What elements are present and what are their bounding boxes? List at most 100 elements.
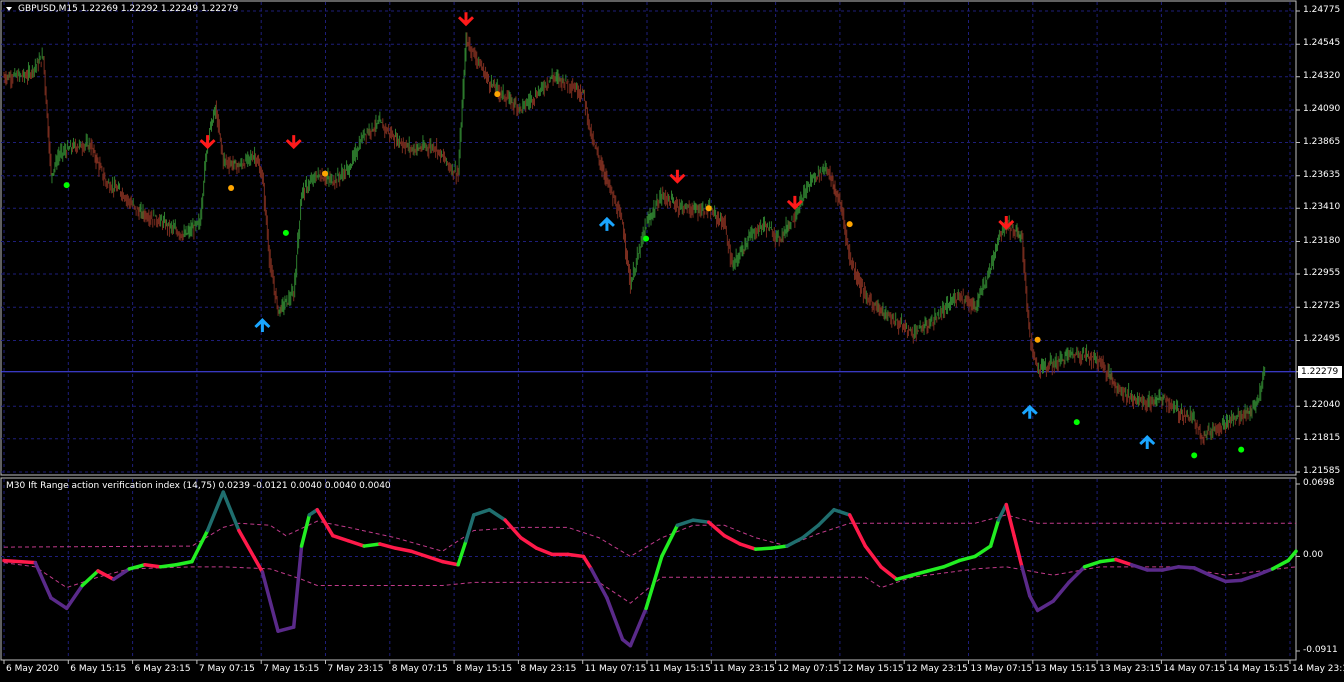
time-tick-label: 6 May 23:15	[134, 664, 191, 674]
oscillator-segment	[941, 558, 962, 569]
oscillator-segment	[1286, 549, 1298, 563]
sell-arrow-icon	[457, 12, 474, 27]
oscillator-segment	[769, 544, 789, 550]
time-tick-label: 13 May 23:15	[1099, 664, 1161, 674]
green-dot-marker	[1073, 419, 1080, 426]
indicator-header: M30 Ift Range action verification index …	[6, 481, 391, 491]
orange-dot-marker	[1034, 336, 1041, 343]
time-tick-label: 14 May 07:15	[1163, 664, 1226, 674]
oscillator-segment	[1012, 533, 1024, 569]
oscillator-segment	[1035, 599, 1056, 613]
oscillator-segment	[346, 539, 366, 548]
oscillator-segment	[260, 570, 280, 633]
time-tick-label: 7 May 15:15	[263, 664, 320, 674]
sell-arrow-icon	[285, 135, 302, 150]
green-dot-marker	[1191, 452, 1198, 459]
oscillator-segment	[1067, 565, 1087, 585]
oscillator-segment	[1176, 565, 1196, 570]
current-price-label: 1.22279	[1298, 366, 1342, 378]
oscillator-segment	[96, 569, 116, 582]
oscillator-segment	[111, 567, 132, 582]
oscillator-segment	[910, 569, 930, 577]
oscillator-segment	[143, 562, 163, 569]
time-tick-label: 12 May 07:15	[777, 664, 840, 674]
oscillator-segment	[1114, 557, 1134, 567]
indicator-pane-frame	[0, 477, 1297, 661]
oscillator-segment	[276, 625, 296, 633]
oscillator-segment	[1223, 578, 1243, 584]
time-tick-label: 7 May 07:15	[198, 664, 255, 674]
oscillator-segment	[487, 507, 507, 522]
oscillator-segment	[221, 490, 241, 533]
oscillator-segment	[659, 523, 680, 559]
buy-arrow-icon	[1139, 435, 1156, 450]
time-tick-label: 6 May 2020	[6, 664, 59, 674]
oscillator-segment	[691, 518, 711, 524]
oscillator-segment	[237, 528, 265, 574]
price-tick-label: 1.22040	[1303, 400, 1341, 411]
buy-arrow-icon	[1021, 404, 1038, 419]
oscillator-segment	[753, 546, 774, 551]
oscillator-segment	[378, 542, 398, 550]
price-tick-label: 1.23180	[1303, 235, 1341, 246]
oscillator-segment	[581, 554, 594, 571]
price-tick-label: 1.22725	[1303, 301, 1341, 312]
oscillator-segment	[722, 533, 742, 546]
oscillator-segment	[519, 536, 539, 550]
time-tick-label: 6 May 15:15	[70, 664, 127, 674]
green-dot-marker	[63, 182, 70, 189]
indicator-tick-label: -0.0911	[1303, 645, 1338, 655]
time-tick-label: 12 May 15:15	[841, 664, 904, 674]
oscillator-segment	[1239, 573, 1259, 583]
oscillator-segment	[49, 596, 69, 611]
time-tick-label: 11 May 07:15	[584, 664, 647, 674]
orange-dot-marker	[846, 221, 853, 228]
sell-arrow-icon	[199, 135, 216, 150]
price-tick-label: 1.21585	[1303, 466, 1341, 476]
price-tick-label: 1.24320	[1303, 70, 1341, 81]
time-tick-label: 13 May 07:15	[970, 664, 1033, 674]
oscillator-segment	[894, 573, 915, 582]
oscillator-segment	[1051, 580, 1071, 603]
oscillator-segment	[331, 533, 351, 543]
oscillator-segment	[847, 513, 868, 548]
oscillator-segment	[879, 565, 899, 582]
oscillator-segment	[605, 596, 625, 642]
time-tick-label: 8 May 07:15	[391, 664, 448, 674]
time-tick-label: 11 May 15:15	[649, 664, 711, 674]
price-tick-label: 1.22955	[1303, 268, 1341, 279]
oscillator-segment	[1028, 594, 1040, 613]
oscillator-segment	[174, 559, 194, 567]
oscillator-segment	[440, 559, 460, 567]
orange-dot-marker	[322, 170, 329, 177]
green-dot-marker	[282, 229, 289, 236]
time-tick-label: 7 May 23:15	[327, 664, 384, 674]
oscillator-segment	[299, 513, 312, 548]
oscillator-segment	[832, 507, 852, 517]
oscillator-segment	[456, 539, 468, 567]
oscillator-segment	[1004, 502, 1016, 538]
oscillator-segment	[64, 583, 85, 611]
time-tick-label: 12 May 23:15	[906, 664, 968, 674]
oscillator-segment	[785, 536, 805, 548]
oscillator-segment	[1192, 566, 1212, 577]
dropdown-triangle-icon[interactable]	[6, 7, 12, 11]
time-tick-label: 11 May 23:15	[713, 664, 776, 674]
oscillator-segment	[2, 558, 38, 565]
buy-arrow-icon	[254, 317, 271, 332]
time-tick-label: 13 May 15:15	[1034, 664, 1097, 674]
oscillator-segment	[464, 513, 476, 543]
oscillator-segment	[973, 544, 993, 559]
price-tick-label: 1.21815	[1303, 432, 1341, 443]
oscillator-segment	[1082, 559, 1102, 569]
oscillator-segment	[205, 490, 225, 533]
green-dot-marker	[1238, 446, 1245, 453]
oscillator-segment	[1208, 573, 1228, 584]
chart-canvas	[0, 0, 1300, 664]
oscillator-segment	[472, 507, 492, 517]
oscillator-segment	[816, 507, 836, 528]
symbol-header: GBPUSD,M15 1.22269 1.22292 1.22249 1.222…	[18, 4, 239, 14]
indicator-tick-label: 0.00	[1303, 550, 1324, 561]
oscillator-segment	[675, 518, 695, 528]
oscillator-segment	[1098, 557, 1118, 564]
